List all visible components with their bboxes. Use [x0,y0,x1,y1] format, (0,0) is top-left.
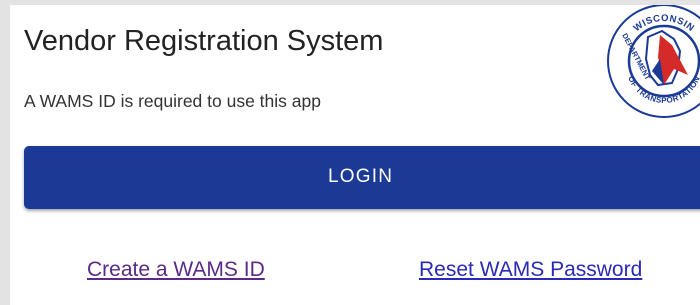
login-button-label: LOGIN [328,166,394,187]
wisconsin-dot-seal-icon: WISCONSIN OF TRANSPORTATION DEPARTMENT [606,5,700,119]
create-wams-id-link[interactable]: Create a WAMS ID [87,258,265,282]
wams-requirement-text: A WAMS ID is required to use this app [24,91,321,111]
login-button[interactable]: LOGIN [24,146,700,209]
page-title: Vendor Registration System [24,25,384,57]
vendor-registration-card: Vendor Registration System A WAMS ID is … [10,5,700,305]
reset-wams-password-link[interactable]: Reset WAMS Password [419,258,642,282]
